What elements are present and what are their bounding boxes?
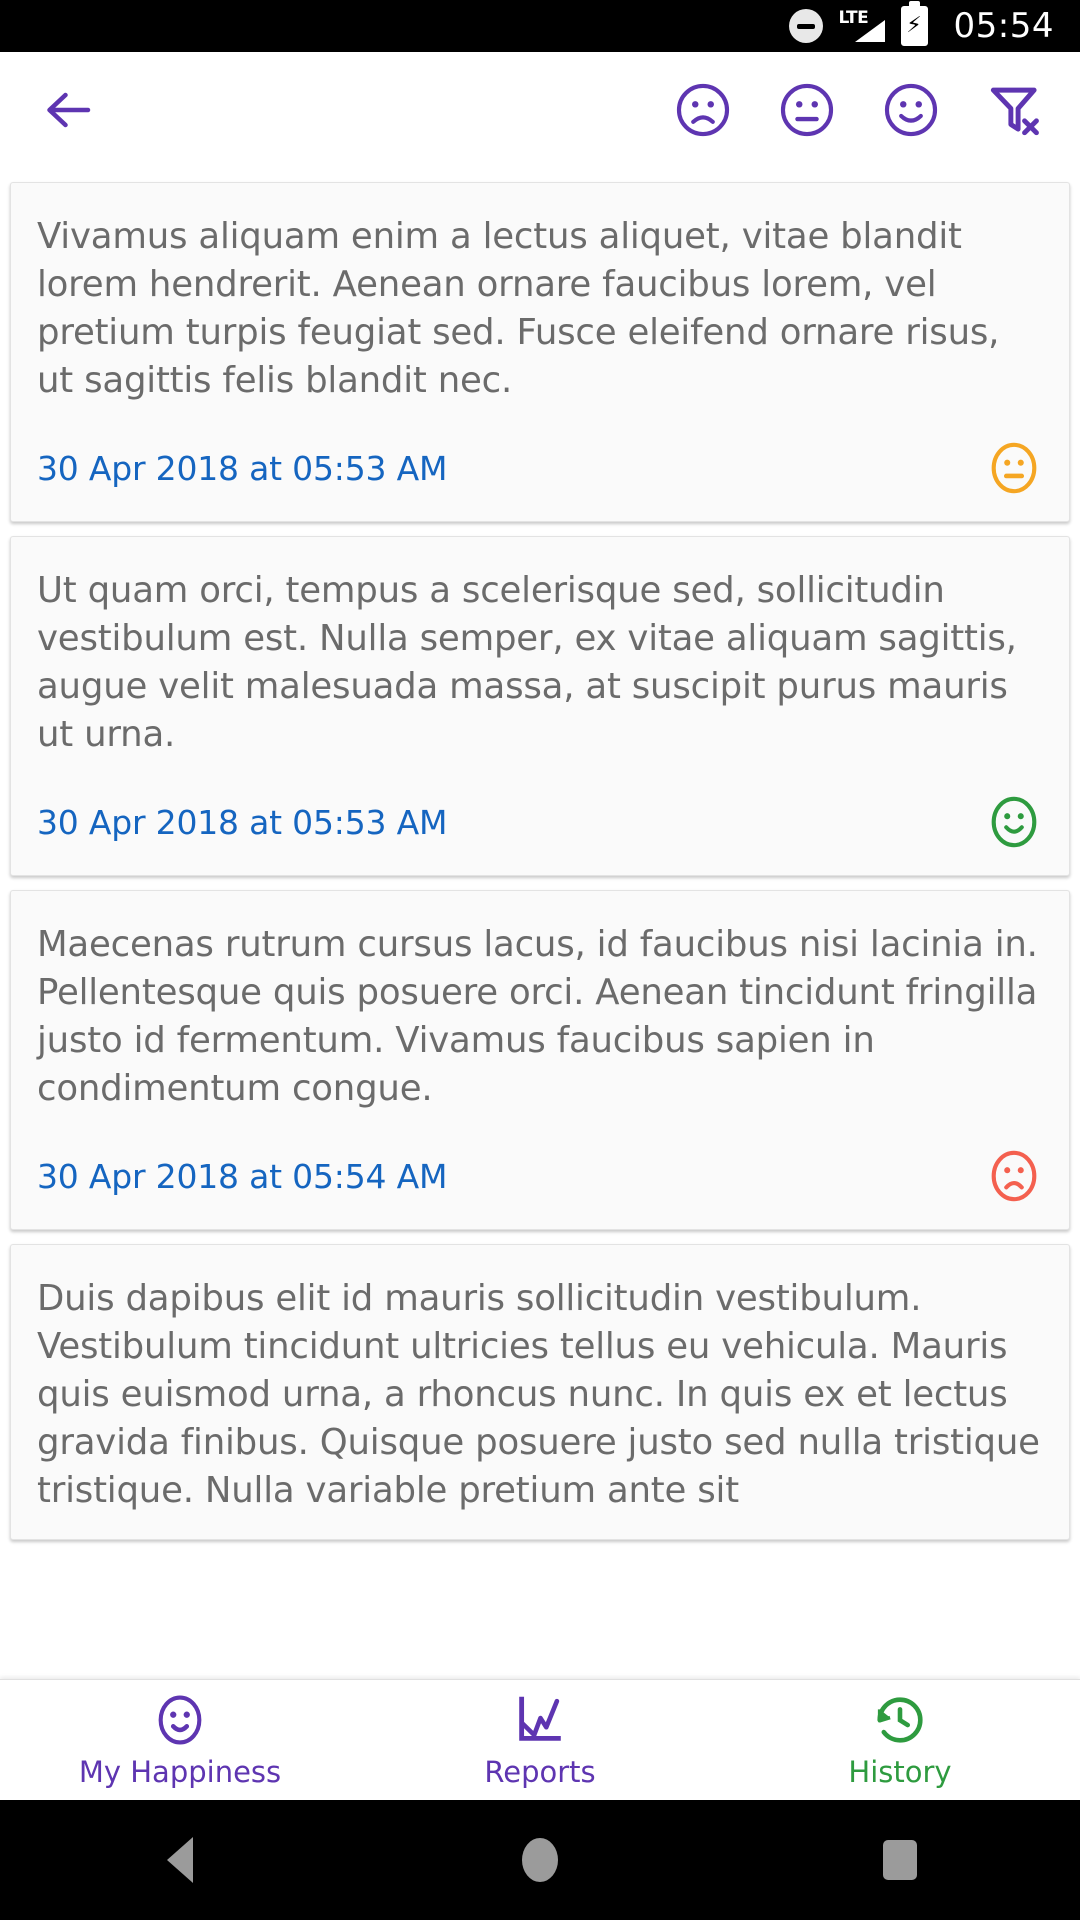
toolbar-actions	[672, 79, 1046, 141]
system-home-button[interactable]	[360, 1838, 720, 1882]
history-clock-icon	[877, 1697, 923, 1743]
filter-happy-face-button[interactable]	[880, 79, 942, 141]
do-not-disturb-icon	[788, 9, 823, 43]
signal-triangle-icon	[854, 20, 885, 42]
bottom-navigation: My Happiness Reports History	[0, 1679, 1080, 1800]
happy-face-icon	[884, 83, 938, 137]
history-entry-card[interactable]: Vivamus aliquam enim a lectus aliquet, v…	[10, 182, 1070, 522]
nav-history[interactable]: History	[720, 1691, 1080, 1789]
status-bar: LTE ⚡ 05:54	[0, 0, 1080, 52]
android-system-nav	[0, 1800, 1080, 1920]
filter-neutral-face-button[interactable]	[776, 79, 838, 141]
history-entry-card[interactable]: Duis dapibus elit id mauris sollicitudin…	[10, 1244, 1070, 1540]
recents-square-icon	[883, 1840, 917, 1880]
history-entry-card[interactable]: Maecenas rutrum cursus lacus, id faucibu…	[10, 890, 1070, 1230]
entry-text: Maecenas rutrum cursus lacus, id faucibu…	[37, 924, 1038, 1109]
system-recents-button[interactable]	[720, 1840, 1080, 1880]
history-entry-list[interactable]: Vivamus aliquam enim a lectus aliquet, v…	[0, 168, 1080, 1680]
entry-footer: 30 Apr 2018 at 05:53 AM	[37, 793, 1043, 851]
history-entry-card[interactable]: Ut quam orci, tempus a scelerisque sed, …	[10, 536, 1070, 876]
status-clock: 05:54	[953, 6, 1054, 46]
entry-text: Ut quam orci, tempus a scelerisque sed, …	[37, 570, 1017, 755]
sad-face-icon	[991, 1150, 1037, 1202]
nav-my-happiness[interactable]: My Happiness	[0, 1691, 360, 1789]
entry-text: Vivamus aliquam enim a lectus aliquet, v…	[37, 216, 1000, 401]
neutral-face-icon	[780, 83, 834, 137]
entry-date: 30 Apr 2018 at 05:53 AM	[37, 802, 448, 842]
signal-bars-icon: LTE	[839, 8, 885, 44]
nav-label-reports: Reports	[484, 1755, 596, 1789]
happy-face-icon	[158, 1695, 202, 1745]
back-triangle-icon	[167, 1837, 193, 1883]
entry-footer: 30 Apr 2018 at 05:53 AM	[37, 439, 1043, 497]
battery-charging-icon: ⚡	[900, 1, 928, 46]
home-circle-icon	[522, 1838, 558, 1882]
app-toolbar	[0, 52, 1080, 168]
neutral-face-icon	[991, 442, 1037, 494]
nav-label-history: History	[848, 1755, 952, 1789]
filter-sad-face-button[interactable]	[672, 79, 734, 141]
filter-off-icon	[990, 87, 1039, 136]
back-button[interactable]	[38, 77, 104, 143]
nav-reports[interactable]: Reports	[360, 1691, 720, 1789]
back-arrow-icon	[47, 92, 91, 128]
sad-face-icon	[676, 83, 730, 137]
clear-filter-button[interactable]	[984, 79, 1046, 141]
entry-footer: 30 Apr 2018 at 05:54 AM	[37, 1147, 1043, 1205]
status-icons: LTE ⚡ 05:54	[788, 1, 1054, 46]
bolt-glyph: ⚡	[906, 13, 922, 38]
system-back-button[interactable]	[0, 1837, 360, 1883]
happy-face-icon	[991, 796, 1037, 848]
entry-date: 30 Apr 2018 at 05:54 AM	[37, 1156, 448, 1196]
nav-label-my-happiness: My Happiness	[78, 1755, 282, 1789]
line-chart-icon	[519, 1696, 561, 1741]
entry-text: Duis dapibus elit id mauris sollicitudin…	[37, 1278, 1040, 1511]
entry-date: 30 Apr 2018 at 05:53 AM	[37, 448, 448, 488]
